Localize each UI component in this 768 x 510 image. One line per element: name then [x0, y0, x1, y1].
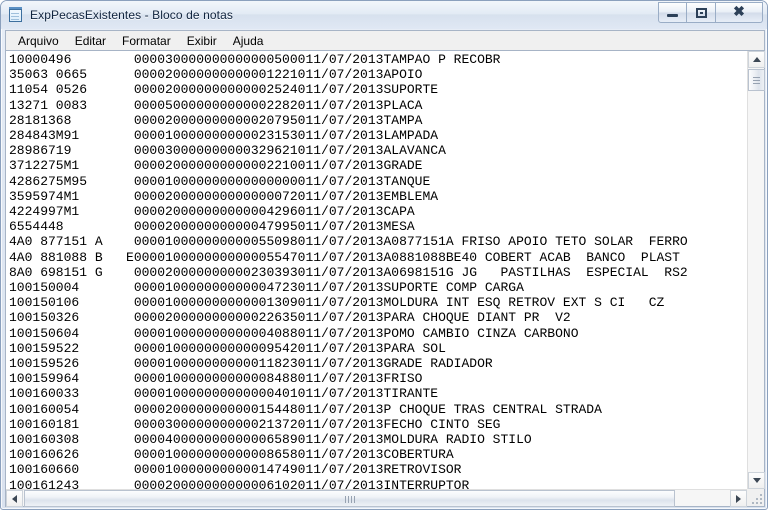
maximize-button[interactable] [687, 2, 716, 23]
close-button[interactable]: ✖ [716, 2, 763, 23]
chevron-up-icon [752, 57, 761, 62]
menu-ajuda[interactable]: Ajuda [225, 32, 272, 50]
resize-corner[interactable] [747, 489, 764, 506]
menu-exibir[interactable]: Exibir [179, 32, 225, 50]
scroll-up-button[interactable] [748, 51, 765, 68]
vertical-scrollbar[interactable] [747, 51, 765, 489]
menu-formatar[interactable]: Formatar [114, 32, 179, 50]
editor-area: 10000496 000030000000000000500011/07/201… [5, 50, 765, 507]
vertical-scroll-thumb[interactable] [748, 69, 765, 91]
maximize-icon [695, 7, 707, 18]
scroll-left-button[interactable] [6, 490, 23, 507]
menu-bar: Arquivo Editar Formatar Exibir Ajuda [5, 30, 765, 50]
close-icon: ✖ [733, 4, 745, 20]
menu-arquivo[interactable]: Arquivo [10, 32, 67, 50]
window-title: ExpPecasExistentes - Bloco de notas [30, 8, 233, 22]
text-pane[interactable]: 10000496 000030000000000000500011/07/201… [6, 51, 747, 489]
horizontal-scrollbar[interactable] [6, 489, 747, 507]
scroll-down-button[interactable] [748, 472, 765, 489]
notepad-icon [8, 7, 24, 23]
title-bar[interactable]: ExpPecasExistentes - Bloco de notas ✖ [1, 1, 767, 29]
window-controls: ✖ [658, 2, 763, 23]
chevron-left-icon [12, 494, 17, 503]
scroll-right-button[interactable] [730, 490, 747, 507]
minimize-button[interactable] [658, 2, 687, 23]
chevron-down-icon [752, 478, 761, 483]
thumb-grip-icon [753, 75, 760, 86]
menu-editar[interactable]: Editar [67, 32, 114, 50]
horizontal-scroll-thumb[interactable] [24, 490, 675, 507]
thumb-grip-icon [344, 490, 356, 508]
minimize-icon [667, 14, 678, 17]
notepad-window: ExpPecasExistentes - Bloco de notas ✖ Ar… [0, 0, 768, 510]
resize-grip-icon [752, 494, 762, 504]
chevron-right-icon [736, 494, 741, 503]
document-text[interactable]: 10000496 000030000000000000500011/07/201… [9, 52, 688, 489]
